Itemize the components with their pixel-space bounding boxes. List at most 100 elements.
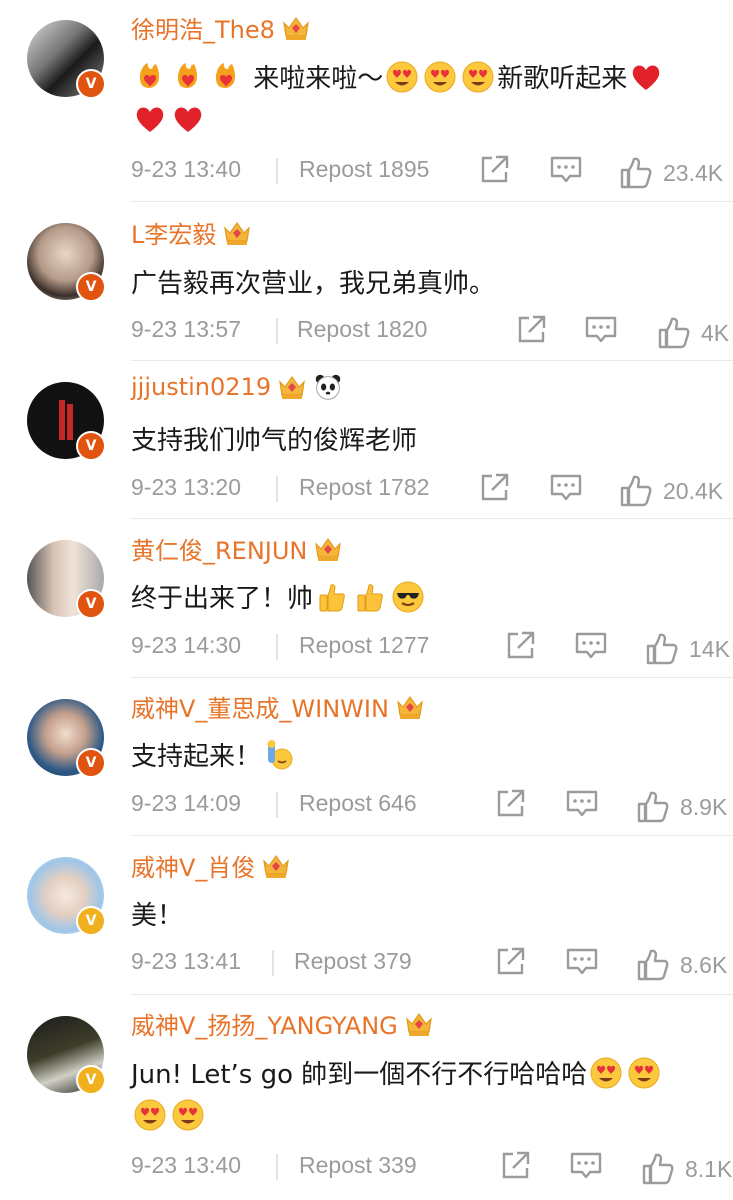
username-text[interactable]: 黄仁俊_RENJUN: [131, 531, 307, 566]
divider: [131, 201, 733, 202]
comment-meta: 9-23 13:40 Repost 1895 23.4K: [131, 150, 733, 190]
share-icon[interactable]: [478, 470, 512, 504]
username-text[interactable]: 威神V_肖俊: [131, 848, 255, 883]
comment-meta: 9-23 14:09 Repost 646 8.9K: [131, 784, 733, 824]
comment-username[interactable]: L李宏毅: [131, 215, 252, 250]
like-button[interactable]: 4K: [657, 316, 729, 350]
share-icon[interactable]: [494, 786, 528, 820]
timestamp: 9-23 14:30: [131, 632, 241, 658]
comment-icon[interactable]: [569, 1148, 603, 1182]
username-text[interactable]: 威神V_董思成_WINWIN: [131, 689, 389, 724]
divider: [131, 994, 733, 995]
comment-meta: 9-23 13:40 Repost 339 8.1K: [131, 1146, 733, 1186]
like-button[interactable]: 23.4K: [619, 156, 723, 190]
comment-icon[interactable]: [565, 786, 599, 820]
thumbs-up-emoji-icon: [354, 581, 386, 613]
verified-v-icon: V: [76, 272, 106, 302]
divider: [276, 158, 278, 184]
timestamp: 9-23 13:20: [131, 474, 241, 500]
share-icon[interactable]: [515, 312, 549, 346]
comment-text: 支持我们帅气的俊辉老师: [131, 420, 721, 462]
repost-count[interactable]: Repost 1277: [299, 632, 429, 659]
divider: [272, 950, 274, 976]
timestamp: 9-23 13:40: [131, 1152, 241, 1178]
red-heart-icon: [134, 103, 166, 135]
comment-text-part: 新歌听起来: [497, 64, 628, 94]
comment-text: Jun! Let’s go 帥到一個不行不行哈哈哈: [131, 1054, 721, 1138]
like-count: 8.1K: [685, 1155, 733, 1182]
verified-v-icon: V: [76, 69, 106, 99]
heart-eyes-icon: [462, 61, 494, 93]
fire-heart-icon: [210, 61, 242, 93]
like-button[interactable]: 8.9K: [636, 790, 727, 824]
comment-text: 终于出来了！帅: [131, 578, 721, 620]
comment-icon[interactable]: [549, 470, 583, 504]
thumbs-up-icon: [641, 1152, 675, 1186]
like-count: 20.4K: [663, 477, 724, 504]
comment-text-part: 广告毅再次营业，我兄弟真帅。: [131, 269, 496, 299]
verified-v-icon: V: [76, 1065, 106, 1095]
comment-text-part: 美！: [131, 901, 184, 931]
divider: [276, 634, 278, 660]
divider: [131, 835, 733, 836]
username-text[interactable]: 威神V_扬扬_YANGYANG: [131, 1006, 398, 1041]
like-count: 8.6K: [680, 951, 728, 978]
comment-text-part: 支持我们帅气的俊辉老师: [131, 426, 418, 456]
crown-icon: [313, 535, 343, 563]
share-icon[interactable]: [499, 1148, 533, 1182]
timestamp: 9-23 13:40: [131, 156, 241, 182]
avatar[interactable]: V: [27, 223, 106, 302]
comment-username[interactable]: 威神V_肖俊: [131, 848, 291, 883]
like-button[interactable]: 8.1K: [641, 1152, 732, 1186]
avatar[interactable]: V: [27, 540, 106, 619]
comment-text: 广告毅再次营业，我兄弟真帅。: [131, 263, 721, 305]
like-button[interactable]: 8.6K: [636, 948, 727, 982]
crown-icon: [261, 852, 291, 880]
comment-text: 美！: [131, 895, 721, 937]
thumbs-up-icon: [619, 156, 653, 190]
comment-username[interactable]: 徐明浩_The8: [131, 10, 311, 45]
avatar[interactable]: V: [27, 1016, 106, 1095]
comment-icon[interactable]: [549, 152, 583, 186]
comment-username[interactable]: 黄仁俊_RENJUN: [131, 531, 343, 566]
repost-count[interactable]: Repost 1820: [297, 316, 427, 343]
crown-icon: [222, 219, 252, 247]
panda-icon: [313, 373, 343, 401]
share-icon[interactable]: [494, 944, 528, 978]
avatar[interactable]: V: [27, 382, 106, 461]
comment-text: 来啦来啦～ 新歌听起来: [131, 58, 721, 142]
repost-count[interactable]: Repost 339: [299, 1152, 417, 1179]
fire-heart-icon: [134, 61, 166, 93]
share-icon[interactable]: [504, 628, 538, 662]
repost-count[interactable]: Repost 1782: [299, 474, 429, 501]
repost-count[interactable]: Repost 646: [299, 790, 417, 817]
comment-username[interactable]: 威神V_董思成_WINWIN: [131, 689, 425, 724]
crown-icon: [281, 14, 311, 42]
comment-username[interactable]: 威神V_扬扬_YANGYANG: [131, 1006, 434, 1041]
comment-text: 支持起来！: [131, 736, 721, 778]
comment-icon[interactable]: [584, 312, 618, 346]
comment-icon[interactable]: [574, 628, 608, 662]
repost-count[interactable]: Repost 1895: [299, 156, 429, 183]
avatar[interactable]: V: [27, 857, 106, 936]
red-heart-icon: [630, 61, 662, 93]
comment-meta: 9-23 14:30 Repost 1277 14K: [131, 626, 733, 666]
heart-eyes-icon: [628, 1057, 660, 1089]
crown-icon: [395, 693, 425, 721]
fire-heart-icon: [172, 61, 204, 93]
thumbs-up-icon: [645, 632, 679, 666]
comment-meta: 9-23 13:20 Repost 1782 20.4K: [131, 468, 733, 508]
repost-count[interactable]: Repost 379: [294, 948, 412, 975]
comment-icon[interactable]: [565, 944, 599, 978]
like-button[interactable]: 14K: [645, 632, 730, 666]
comment-username[interactable]: jjjustin0219: [131, 373, 343, 401]
avatar[interactable]: V: [27, 699, 106, 778]
avatar[interactable]: V: [27, 20, 106, 99]
like-button[interactable]: 20.4K: [619, 474, 723, 508]
thumbs-up-icon: [657, 316, 691, 350]
share-icon[interactable]: [478, 152, 512, 186]
username-text[interactable]: jjjustin0219: [131, 373, 271, 401]
username-text[interactable]: 徐明浩_The8: [131, 10, 275, 45]
username-text[interactable]: L李宏毅: [131, 215, 216, 250]
comment-meta: 9-23 13:57 Repost 1820 4K: [131, 310, 733, 350]
